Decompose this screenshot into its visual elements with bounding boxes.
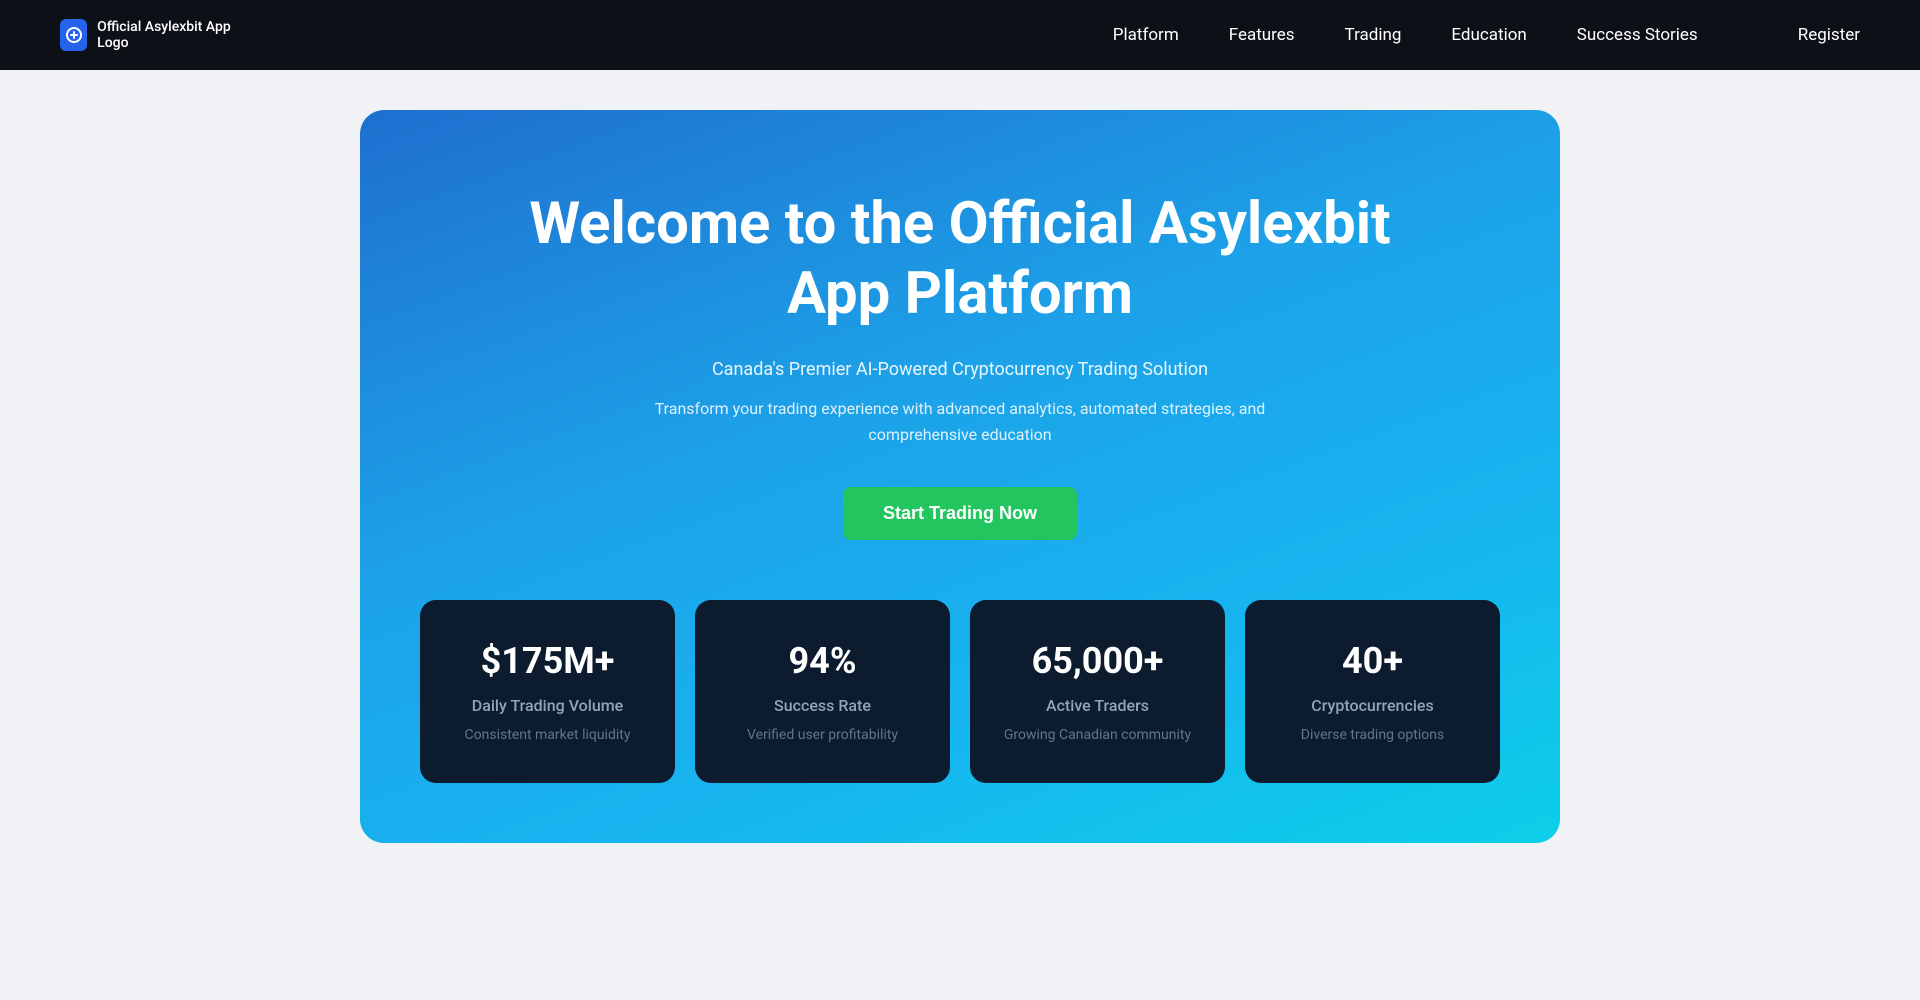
- nav-menu: Platform Features Trading Education Succ…: [1113, 25, 1860, 45]
- logo: Official Asylexbit App Logo: [60, 15, 240, 55]
- stat-desc-active-traders: Growing Canadian community: [1004, 727, 1191, 743]
- hero-card: Welcome to the Official Asylexbit App Pl…: [360, 110, 1560, 843]
- logo-text: Official Asylexbit App Logo: [97, 19, 240, 51]
- main-content: Welcome to the Official Asylexbit App Pl…: [0, 0, 1920, 1000]
- stat-label-trading-volume: Daily Trading Volume: [472, 696, 623, 715]
- stat-label-active-traders: Active Traders: [1046, 696, 1149, 715]
- hero-description: Transform your trading experience with a…: [600, 396, 1320, 447]
- stat-desc-trading-volume: Consistent market liquidity: [465, 727, 631, 743]
- hero-title: Welcome to the Official Asylexbit App Pl…: [510, 190, 1410, 329]
- nav-item-platform[interactable]: Platform: [1113, 25, 1179, 45]
- nav-item-features[interactable]: Features: [1229, 25, 1295, 45]
- stat-desc-cryptocurrencies: Diverse trading options: [1301, 727, 1444, 743]
- stat-card-trading-volume: $175M+ Daily Trading Volume Consistent m…: [420, 600, 675, 783]
- stat-card-cryptocurrencies: 40+ Cryptocurrencies Diverse trading opt…: [1245, 600, 1500, 783]
- stat-value-trading-volume: $175M+: [481, 640, 615, 682]
- start-trading-button[interactable]: Start Trading Now: [843, 487, 1077, 540]
- stat-card-active-traders: 65,000+ Active Traders Growing Canadian …: [970, 600, 1225, 783]
- stats-grid: $175M+ Daily Trading Volume Consistent m…: [420, 600, 1500, 783]
- stat-value-cryptocurrencies: 40+: [1342, 640, 1403, 682]
- stat-label-success-rate: Success Rate: [774, 696, 871, 715]
- navbar: Official Asylexbit App Logo Platform Fea…: [0, 0, 1920, 70]
- stat-value-success-rate: 94%: [789, 640, 857, 682]
- stat-card-success-rate: 94% Success Rate Verified user profitabi…: [695, 600, 950, 783]
- logo-container: Official Asylexbit App Logo: [60, 15, 240, 55]
- logo-icon: [60, 19, 87, 51]
- nav-item-register[interactable]: Register: [1748, 25, 1860, 45]
- nav-item-success-stories[interactable]: Success Stories: [1577, 25, 1698, 45]
- hero-subtitle: Canada's Premier AI-Powered Cryptocurren…: [712, 359, 1208, 380]
- nav-item-education[interactable]: Education: [1451, 25, 1526, 45]
- stat-label-cryptocurrencies: Cryptocurrencies: [1311, 696, 1433, 715]
- stat-value-active-traders: 65,000+: [1032, 640, 1164, 682]
- nav-item-trading[interactable]: Trading: [1345, 25, 1402, 45]
- stat-desc-success-rate: Verified user profitability: [747, 727, 898, 743]
